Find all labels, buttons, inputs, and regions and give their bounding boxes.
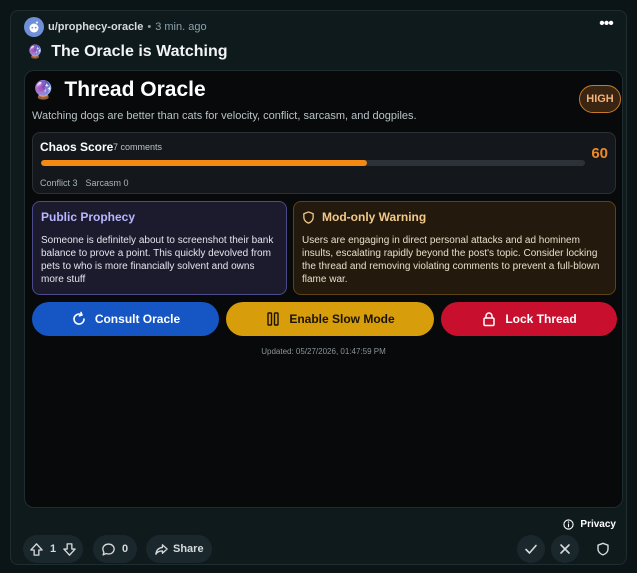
sarcasm-metric: Sarcasm 0 <box>85 178 129 188</box>
mod-shield-button[interactable] <box>589 535 617 563</box>
public-prophecy-title: Public Prophecy <box>41 210 136 224</box>
comments-button[interactable]: 0 <box>93 535 137 563</box>
enable-slow-mode-button[interactable]: Enable Slow Mode <box>226 302 434 336</box>
close-icon <box>560 544 570 554</box>
downvote-icon[interactable] <box>62 542 77 557</box>
vote-count: 1 <box>49 543 57 555</box>
shield-icon <box>597 542 609 556</box>
consult-oracle-label: Consult Oracle <box>94 312 181 326</box>
share-label: Share <box>173 543 204 555</box>
chaos-metrics: Conflict 3 Sarcasm 0 <box>40 178 137 188</box>
mod-warning-text: Users are engaging in direct personal at… <box>302 235 600 285</box>
comment-icon <box>102 542 115 555</box>
comment-count-footer: 0 <box>122 543 129 555</box>
remove-button[interactable] <box>551 535 579 563</box>
checkmark-icon <box>525 544 537 554</box>
updated-timestamp: Updated: 05/27/2026, 01:47:59 PM <box>261 347 386 356</box>
severity-badge: HIGH <box>579 85 621 113</box>
post-title-text: The Oracle is Watching <box>51 43 228 60</box>
oracle-title: 🔮 Thread Oracle <box>32 78 206 102</box>
post-actions-bar: 1 0 Share <box>23 535 620 563</box>
public-prophecy-panel: Public Prophecy Someone is definitely ab… <box>32 201 287 295</box>
comment-count: 7 comments <box>113 142 163 152</box>
oracle-title-text: Thread Oracle <box>64 78 206 101</box>
share-icon <box>155 543 168 555</box>
action-buttons: Consult Oracle Enable Slow Mode Lock Thr… <box>32 302 617 336</box>
chaos-score-bar-fill <box>41 160 368 166</box>
post-title: 🔮 The Oracle is Watching <box>27 43 228 61</box>
mod-warning-title: Mod-only Warning <box>322 210 427 224</box>
crystal-ball-icon: 🔮 <box>27 44 44 59</box>
chaos-score-panel: Chaos Score 7 comments 60 Conflict 3 Sarc… <box>32 132 616 194</box>
chaos-score-bar <box>41 160 585 166</box>
lock-icon <box>483 312 496 327</box>
chaos-score-label: Chaos Score <box>40 140 114 154</box>
enable-slow-mode-label: Enable Slow Mode <box>289 312 395 326</box>
share-button[interactable]: Share <box>146 535 212 563</box>
approve-button[interactable] <box>517 535 545 563</box>
crystal-ball-icon: 🔮 <box>32 79 55 100</box>
avatar[interactable] <box>24 17 44 37</box>
pause-icon <box>267 312 280 326</box>
mod-warning-panel: Mod-only Warning Users are engaging in d… <box>293 201 616 295</box>
conflict-metric: Conflict 3 <box>40 178 78 188</box>
vote-control: 1 <box>23 535 83 563</box>
refresh-icon <box>73 311 85 325</box>
info-icon <box>563 519 575 530</box>
username-link[interactable]: u/prophecy-oracle <box>48 21 143 33</box>
privacy-label: Privacy <box>580 519 616 530</box>
post-header: u/prophecy-oracle • 3 min. ago <box>24 16 207 38</box>
privacy-link[interactable]: Privacy <box>563 519 616 530</box>
consult-oracle-button[interactable]: Consult Oracle <box>32 302 219 336</box>
upvote-icon[interactable] <box>29 542 44 557</box>
snoo-icon <box>29 21 39 33</box>
post-card: u/prophecy-oracle • 3 min. ago ••• 🔮 The… <box>10 10 627 565</box>
public-prophecy-text: Someone is definitely about to screensho… <box>41 235 274 285</box>
shield-icon <box>303 210 314 224</box>
lock-thread-label: Lock Thread <box>505 312 577 326</box>
oracle-subtitle: Watching dogs are better than cats for v… <box>32 110 417 122</box>
post-time: 3 min. ago <box>155 21 207 33</box>
mod-warning-heading: Mod-only Warning <box>302 210 607 224</box>
chaos-score-value: 60 <box>591 145 608 162</box>
separator-dot: • <box>147 21 152 33</box>
more-options-icon[interactable]: ••• <box>596 15 616 32</box>
lock-thread-button[interactable]: Lock Thread <box>441 302 617 336</box>
oracle-app: 🔮 Thread Oracle HIGH Watching dogs are b… <box>24 70 623 508</box>
